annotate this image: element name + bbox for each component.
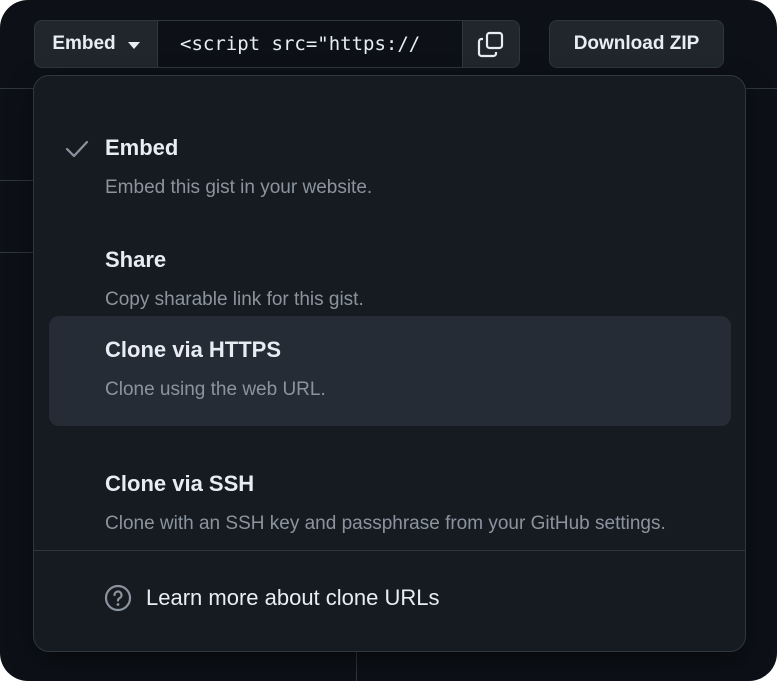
copy-icon [477,31,504,58]
menu-divider [34,550,745,551]
menu-item-share[interactable]: Share Copy sharable link for this gist. [49,211,731,321]
menu-item-clone-https[interactable]: Clone via HTTPS Clone using the web URL. [49,316,731,426]
menu-item-description: Clone with an SSH key and passphrase fro… [105,513,666,534]
menu-item-clone-ssh[interactable]: Clone via SSH Clone with an SSH key and … [49,435,731,545]
download-zip-button[interactable]: Download ZIP [549,20,724,68]
menu-item-title: Clone via SSH [105,471,255,496]
clone-options-menu: Embed Embed this gist in your website. S… [33,75,746,652]
embed-select-label: Embed [52,33,116,54]
learn-more-label: Learn more about clone URLs [146,585,440,610]
learn-more-link[interactable]: Learn more about clone URLs [104,584,440,612]
menu-item-title: Clone via HTTPS [105,337,282,362]
menu-item-title: Share [105,247,167,272]
menu-item-description: Clone using the web URL. [105,379,326,400]
clone-embed-group: Embed [34,20,520,68]
caret-down-icon [127,42,140,49]
embed-select-button[interactable]: Embed [35,21,158,67]
app-window: Embed Download ZIP Embed Embed this gist… [0,0,777,681]
copy-button[interactable] [463,21,519,67]
embed-code-input[interactable] [158,21,463,67]
menu-item-title: Embed [105,135,179,160]
menu-item-description: Copy sharable link for this gist. [105,289,364,310]
menu-item-embed[interactable]: Embed Embed this gist in your website. [49,99,731,209]
check-icon [65,140,89,158]
menu-item-description: Embed this gist in your website. [105,177,373,198]
question-icon [104,584,132,612]
